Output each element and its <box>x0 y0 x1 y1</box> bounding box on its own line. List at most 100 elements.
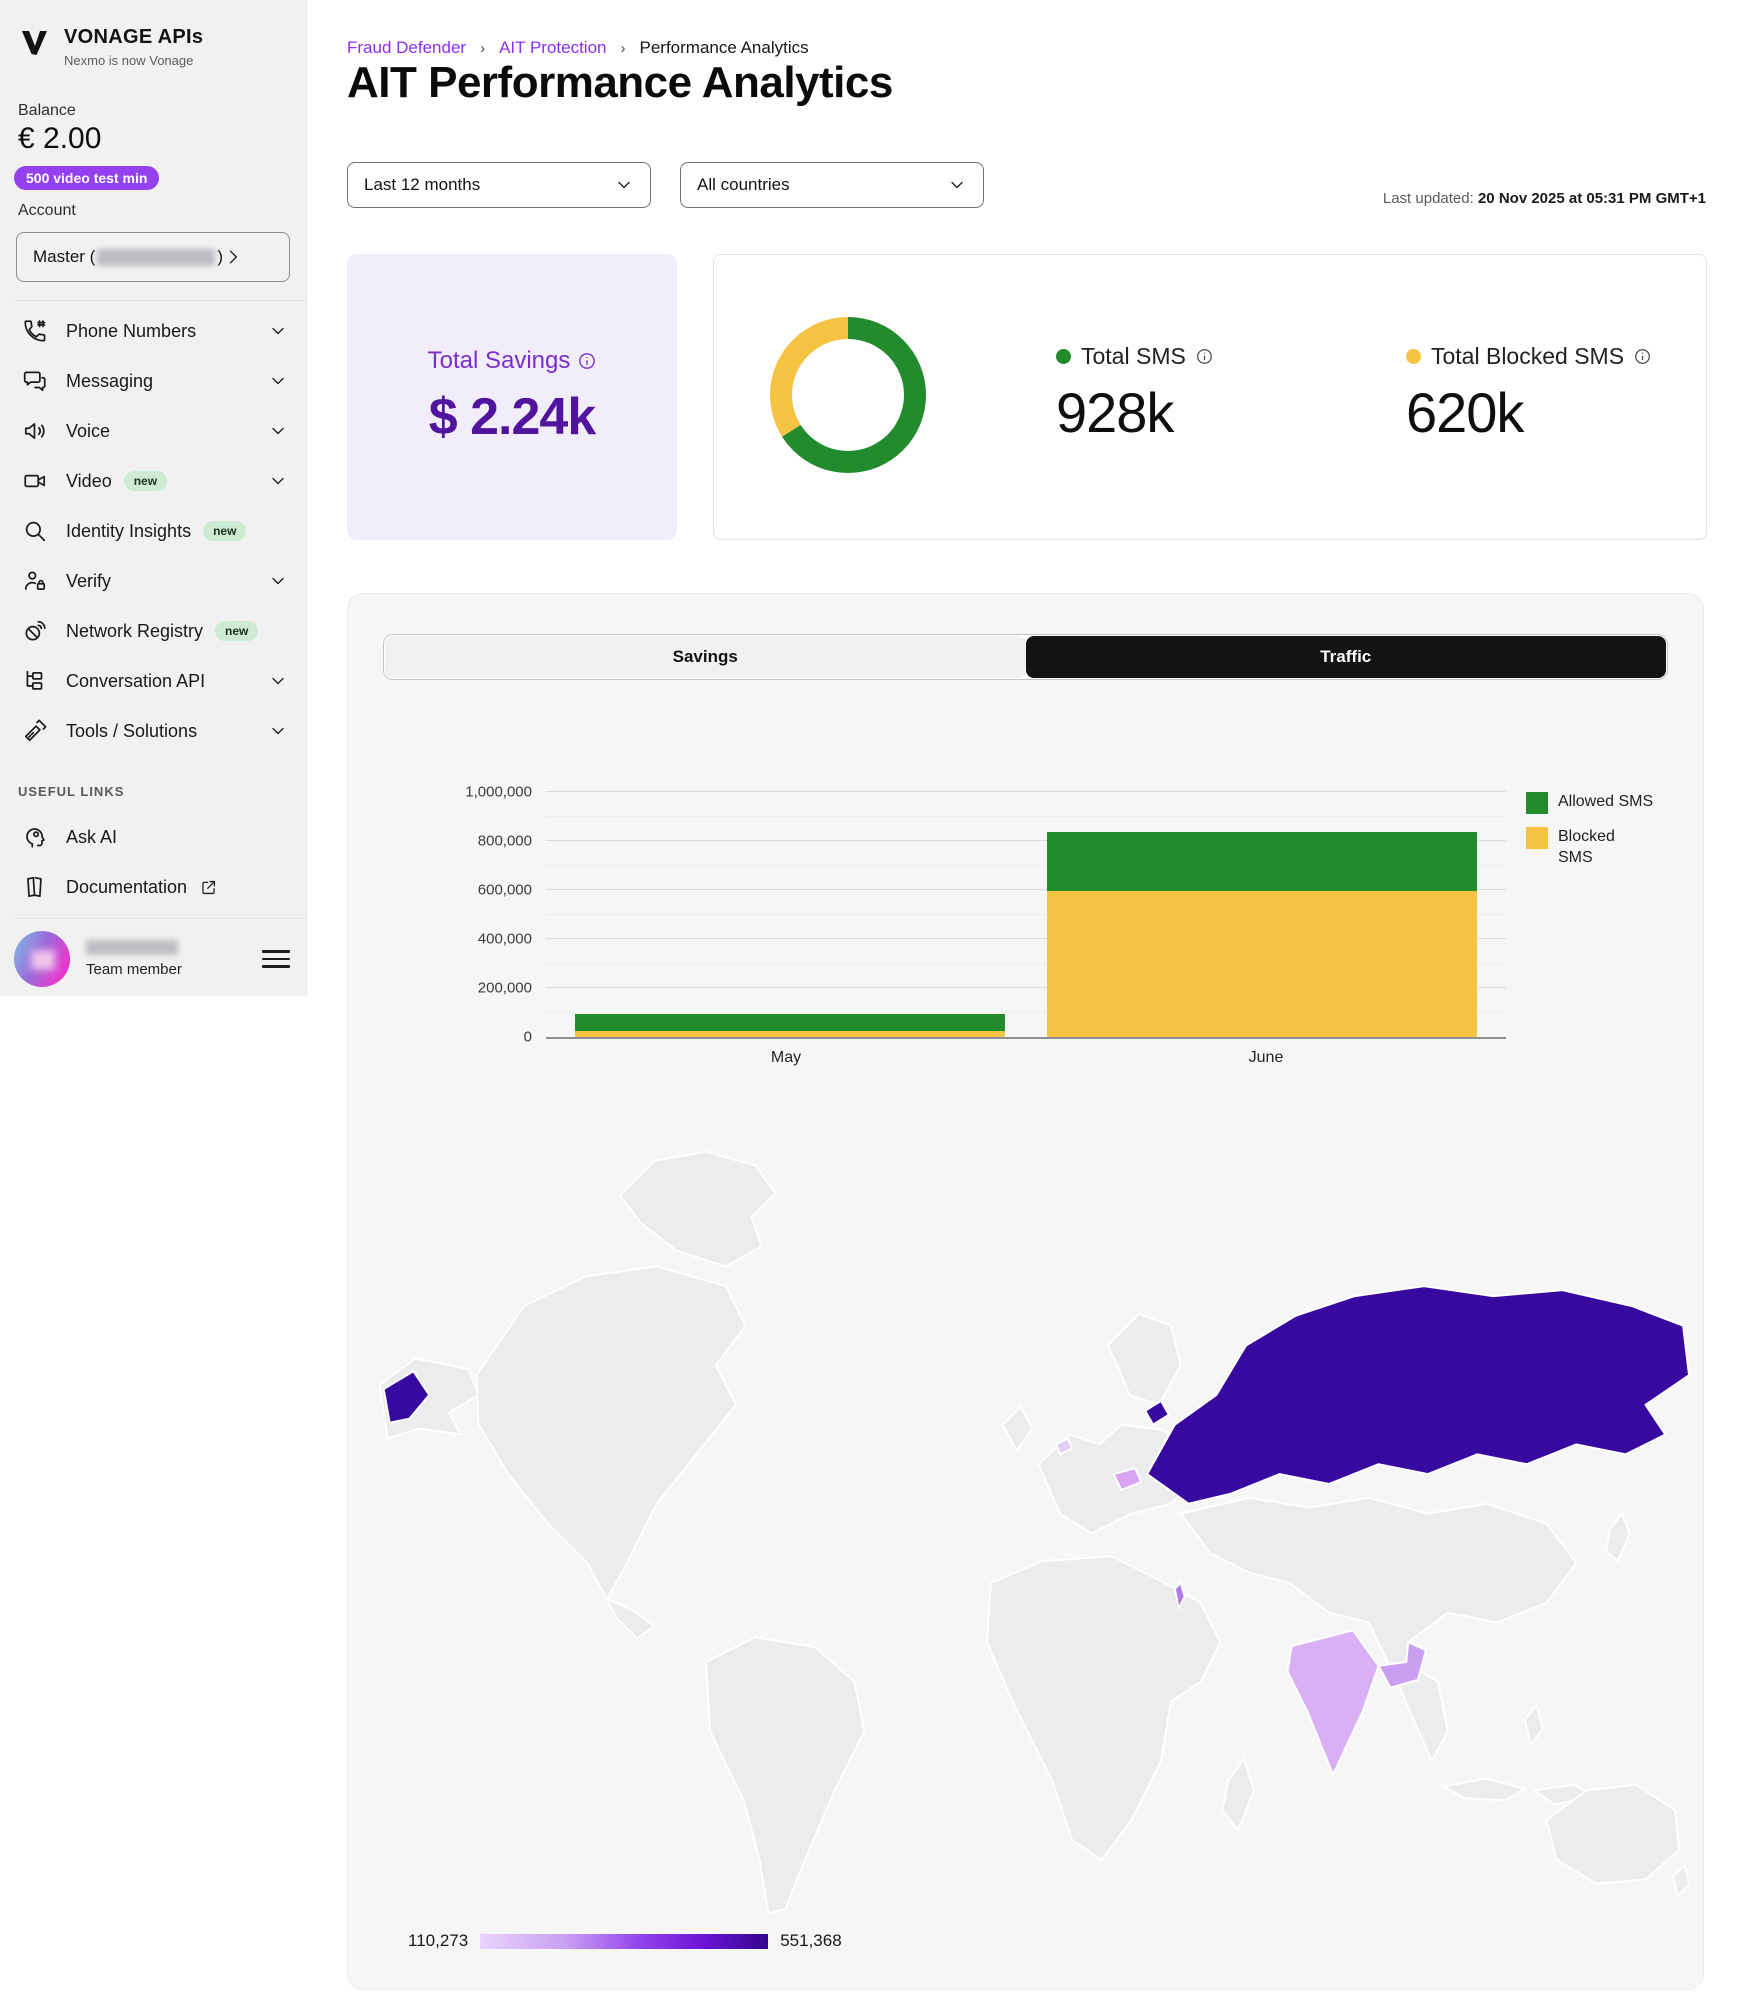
sidebar-item-label: Ask AI <box>66 827 117 848</box>
tab-savings[interactable]: Savings <box>385 636 1026 678</box>
bar-segment-allowed-sms[interactable] <box>1047 832 1477 891</box>
useful-links: Ask AI Documentation <box>0 812 306 912</box>
map-country-russia[interactable] <box>1147 1286 1689 1504</box>
total-savings-value: $ 2.24k <box>429 387 596 447</box>
chevron-down-icon <box>268 371 288 391</box>
account-selector[interactable]: Master () <box>16 232 290 282</box>
last-updated: Last updated: 20 Nov 2025 at 05:31 PM GM… <box>1383 190 1706 207</box>
sidebar-item-label: Messaging <box>66 371 153 392</box>
sidebar-item-video[interactable]: Video new <box>0 456 306 506</box>
legend-label: BlockedSMS <box>1558 827 1615 869</box>
legend-swatch <box>1526 792 1548 814</box>
traffic-chart-plot: MayJune <box>546 792 1506 1039</box>
bar-may[interactable] <box>575 792 1005 1037</box>
breadcrumb-current: Performance Analytics <box>639 38 808 58</box>
sidebar-nav: Phone Numbers Messaging Voice Video new <box>0 306 306 756</box>
balance-label: Balance <box>18 102 76 120</box>
chevron-down-icon <box>614 175 634 195</box>
sidebar-item-label: Phone Numbers <box>66 321 196 342</box>
map-country-north-america <box>477 1266 746 1638</box>
total-sms-stat: Total SMS 928k <box>1056 343 1213 445</box>
map-country-new-zealand <box>1673 1866 1689 1896</box>
bar-segment-blocked-sms[interactable] <box>575 1031 1005 1037</box>
account-name-prefix: Master ( <box>33 247 95 266</box>
chevron-down-icon <box>268 571 288 591</box>
sidebar-item-network-registry[interactable]: Network Registry new <box>0 606 306 656</box>
tab-traffic[interactable]: Traffic <box>1026 636 1667 678</box>
total-sms-value: 928k <box>1056 380 1213 445</box>
world-map <box>358 1139 1693 1914</box>
date-range-select[interactable]: Last 12 months <box>347 162 651 208</box>
sms-donut-chart <box>770 317 926 473</box>
logo-subtitle: Nexmo is now Vonage <box>64 53 203 68</box>
legend-item: BlockedSMS <box>1526 827 1678 869</box>
y-axis-tick: 0 <box>524 1029 532 1046</box>
user-name-redacted <box>86 940 178 955</box>
yellow-dot-icon <box>1406 349 1421 364</box>
vonage-logo[interactable]: VONAGE APIs Nexmo is now Vonage <box>18 26 203 68</box>
avatar[interactable] <box>14 931 70 987</box>
map-legend: 110,273 551,368 <box>408 1931 842 1951</box>
country-value: All countries <box>697 175 790 195</box>
divider <box>14 300 306 301</box>
y-axis-tick: 600,000 <box>478 882 532 899</box>
sidebar-item-tools-solutions[interactable]: Tools / Solutions <box>0 706 306 756</box>
sidebar-item-label: Network Registry <box>66 621 203 642</box>
info-icon[interactable] <box>1196 348 1213 365</box>
total-savings-label: Total Savings <box>428 347 571 375</box>
map-legend-min: 110,273 <box>408 1931 468 1951</box>
network-registry-icon <box>22 618 48 644</box>
total-blocked-sms-label: Total Blocked SMS <box>1431 343 1624 370</box>
info-icon[interactable] <box>578 352 596 370</box>
sidebar-item-label: Voice <box>66 421 110 442</box>
sidebar-item-phone-numbers[interactable]: Phone Numbers <box>0 306 306 356</box>
useful-links-heading: USEFUL LINKS <box>18 784 124 799</box>
user-role: Team member <box>86 961 182 978</box>
map-country-madagascar <box>1222 1759 1254 1830</box>
sidebar-item-messaging[interactable]: Messaging <box>0 356 306 406</box>
sidebar-item-documentation[interactable]: Documentation <box>0 862 306 912</box>
y-axis-tick: 800,000 <box>478 833 532 850</box>
total-blocked-sms-stat: Total Blocked SMS 620k <box>1406 343 1651 445</box>
legend-label: Allowed SMS <box>1558 792 1653 813</box>
vonage-v-icon <box>18 26 52 60</box>
main-content: Fraud Defender › AIT Protection › Perfor… <box>306 0 1746 1999</box>
legend-item: Allowed SMS <box>1526 792 1678 814</box>
page-title: AIT Performance Analytics <box>347 58 893 108</box>
sidebar-item-identity-insights[interactable]: Identity Insights new <box>0 506 306 556</box>
sidebar-item-conversation-api[interactable]: Conversation API <box>0 656 306 706</box>
bar-segment-blocked-sms[interactable] <box>1047 891 1477 1037</box>
user-profile-row[interactable]: Team member <box>14 928 290 990</box>
sidebar-item-ask-ai[interactable]: Ask AI <box>0 812 306 862</box>
account-label: Account <box>18 202 76 220</box>
map-country-asia <box>1181 1498 1577 1761</box>
map-country-africa <box>987 1556 1220 1860</box>
verify-icon <box>22 568 48 594</box>
bar-june[interactable] <box>1047 792 1477 1037</box>
map-country-greenland <box>620 1152 775 1267</box>
x-axis-label: June <box>1249 1049 1284 1067</box>
chevron-down-icon <box>268 321 288 341</box>
tools-solutions-icon <box>22 718 48 744</box>
traffic-chart-y-axis: 1,000,000800,000600,000400,000200,0000 <box>408 792 546 1037</box>
chart-tabs: Savings Traffic <box>383 634 1668 680</box>
y-axis-tick: 200,000 <box>478 980 532 997</box>
chevron-right-icon <box>223 247 243 267</box>
chevron-down-icon <box>268 421 288 441</box>
menu-icon[interactable] <box>262 945 290 973</box>
sidebar-item-label: Verify <box>66 571 111 592</box>
breadcrumb-fraud-defender[interactable]: Fraud Defender <box>347 38 466 58</box>
sidebar-item-label: Tools / Solutions <box>66 721 197 742</box>
sidebar-item-voice[interactable]: Voice <box>0 406 306 456</box>
breadcrumb-ait-protection[interactable]: AIT Protection <box>499 38 606 58</box>
breadcrumb-separator: › <box>480 40 485 57</box>
sidebar-item-label: Identity Insights <box>66 521 191 542</box>
map-country-latvia[interactable] <box>1145 1401 1169 1425</box>
total-blocked-sms-value: 620k <box>1406 380 1651 445</box>
bar-segment-allowed-sms[interactable] <box>575 1014 1005 1031</box>
documentation-icon <box>22 874 48 900</box>
country-select[interactable]: All countries <box>680 162 984 208</box>
info-icon[interactable] <box>1634 348 1651 365</box>
sidebar-item-verify[interactable]: Verify <box>0 556 306 606</box>
map-country-india[interactable] <box>1288 1630 1379 1774</box>
